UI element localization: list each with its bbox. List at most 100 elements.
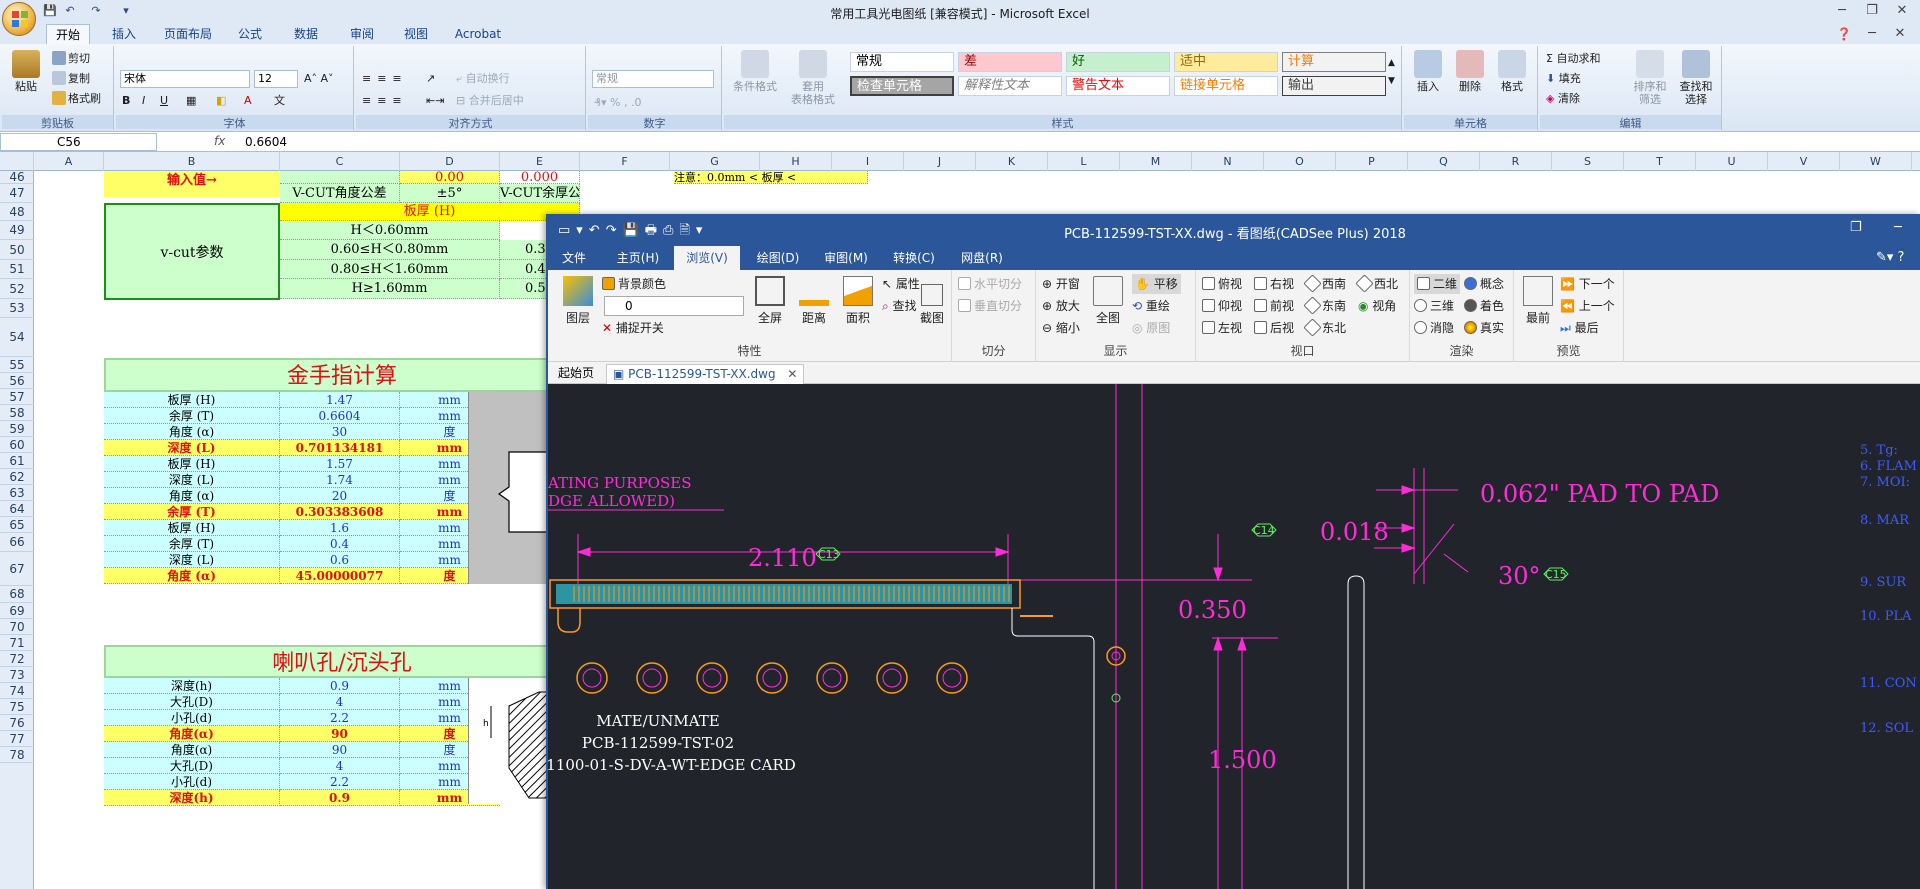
close-tab-icon[interactable]: ✕ — [787, 367, 797, 381]
row-header[interactable]: 46 — [0, 171, 34, 184]
font-name-select[interactable]: 宋体 — [120, 70, 250, 88]
column-header[interactable]: O — [1264, 152, 1336, 171]
open-window-button[interactable]: ⊕ 开窗 — [1042, 274, 1080, 294]
find-select-button[interactable]: 查找和 选择 — [1674, 50, 1718, 106]
italic-icon[interactable]: I — [142, 92, 145, 110]
row-header[interactable]: 72 — [0, 651, 34, 667]
styles-scroll-icon[interactable]: ▲ ▼ — [1388, 54, 1395, 86]
view-back-button[interactable]: 后视 — [1254, 318, 1294, 338]
row-header[interactable]: 77 — [0, 731, 34, 747]
screenshot-button[interactable]: 截图 — [914, 276, 950, 326]
row-header[interactable]: 47 — [0, 184, 34, 203]
snap-toggle-button[interactable]: ✕ 捕捉开关 — [602, 318, 664, 338]
cut-button[interactable]: 剪切 — [52, 50, 90, 68]
render-3d-button[interactable]: 三维 — [1414, 296, 1454, 316]
render-hide-button[interactable]: 消隐 — [1414, 318, 1454, 338]
row-header[interactable]: 73 — [0, 667, 34, 683]
style-bad[interactable]: 差 — [958, 52, 1062, 72]
copy-button[interactable]: 复制 — [52, 70, 90, 88]
row-value[interactable]: 1.57 — [280, 456, 400, 472]
render-real-button[interactable]: 真实 — [1464, 318, 1504, 338]
row-header[interactable]: 55 — [0, 357, 34, 373]
view-right-button[interactable]: 右视 — [1254, 274, 1294, 294]
column-header[interactable]: K — [976, 152, 1048, 171]
cell-g46-note[interactable]: 注意：0.0mm < 板厚 < — [674, 171, 868, 184]
zoom-out-button[interactable]: ⊖ 缩小 — [1042, 318, 1080, 338]
row-header[interactable]: 65 — [0, 517, 34, 533]
row-header[interactable]: 54 — [0, 318, 34, 357]
row-header[interactable]: 58 — [0, 405, 34, 421]
table-format-button[interactable]: 套用 表格格式 — [786, 50, 840, 106]
fill-color-icon[interactable]: ◧ — [216, 92, 226, 110]
column-header[interactable]: T — [1624, 152, 1696, 171]
ribbon-minimize-icon[interactable]: ─ — [1858, 25, 1886, 43]
column-header[interactable]: P — [1336, 152, 1408, 171]
view-sw-button[interactable]: 西南 — [1303, 274, 1346, 294]
view-angle-button[interactable]: ◉ 视角 — [1358, 296, 1396, 316]
layer-select[interactable]: 0 — [604, 296, 744, 316]
row-header[interactable]: 63 — [0, 485, 34, 501]
column-header[interactable]: Q — [1408, 152, 1480, 171]
cad-tab-file[interactable]: 文件 — [556, 246, 592, 270]
help-icon[interactable]: ❓ — [1830, 25, 1858, 43]
style-calculation[interactable]: 计算 — [1282, 52, 1386, 72]
pan-button[interactable]: ✋ 平移 — [1132, 274, 1181, 294]
font-grow-icon[interactable]: A˄ A˅ — [304, 70, 334, 88]
save-icon[interactable]: 💾 — [42, 3, 58, 19]
merge-center-button[interactable]: ⊟ 合并后居中 — [456, 92, 524, 110]
border-icon[interactable]: ▦ — [186, 92, 196, 110]
orientation-icon[interactable]: ↗ — [426, 70, 435, 88]
row-header[interactable]: 62 — [0, 469, 34, 485]
bold-icon[interactable]: B — [122, 92, 130, 110]
row-value[interactable]: 0.6 — [280, 552, 400, 568]
style-output[interactable]: 输出 — [1282, 76, 1386, 96]
view-top-button[interactable]: 俯视 — [1202, 274, 1242, 294]
row-header[interactable]: 52 — [0, 279, 34, 299]
column-header[interactable]: J — [904, 152, 976, 171]
cad-tab-browse[interactable]: 浏览(V) — [674, 246, 740, 270]
cad-tab-home[interactable]: 主页(H) — [610, 246, 666, 270]
office-button[interactable] — [2, 2, 36, 36]
row-header[interactable]: 61 — [0, 453, 34, 469]
tab-page-layout[interactable]: 页面布局 — [158, 24, 218, 44]
cell-e46[interactable]: 0.000 — [500, 171, 580, 184]
row-value[interactable]: 30 — [280, 424, 400, 440]
qat-dropdown-icon[interactable]: ▾ — [118, 3, 134, 19]
formula-input[interactable]: 0.6604 — [245, 135, 287, 149]
redo-icon[interactable]: ↷ — [88, 3, 104, 19]
column-header[interactable]: W — [1840, 152, 1912, 171]
format-painter-button[interactable]: 格式刷 — [52, 90, 101, 108]
insert-cells-button[interactable]: 插入 — [1410, 50, 1446, 93]
delete-cells-button[interactable]: 删除 — [1452, 50, 1488, 93]
tab-data[interactable]: 数据 — [286, 24, 326, 44]
row-value[interactable]: 0.9 — [280, 790, 400, 806]
view-left-button[interactable]: 左视 — [1202, 318, 1242, 338]
tab-acrobat[interactable]: Acrobat — [450, 24, 506, 44]
latest-button[interactable]: 最前 — [1520, 276, 1556, 326]
paste-button[interactable]: 粘贴 — [8, 50, 44, 93]
row-header[interactable]: 68 — [0, 586, 34, 603]
fill-button[interactable]: ⬇ 填充 — [1546, 70, 1581, 88]
cell-c48[interactable]: 板厚 (H) — [280, 203, 580, 221]
column-header[interactable]: H — [760, 152, 832, 171]
column-header[interactable]: E — [500, 152, 580, 171]
row-header[interactable]: 71 — [0, 635, 34, 651]
cell-c49[interactable]: H＜0.60mm — [280, 221, 500, 240]
row-header[interactable]: 69 — [0, 603, 34, 619]
row-header[interactable]: 67 — [0, 552, 34, 586]
tab-insert[interactable]: 插入 — [104, 24, 144, 44]
row-header[interactable]: 53 — [0, 299, 34, 318]
row-header[interactable]: 74 — [0, 683, 34, 699]
cad-restore-icon[interactable]: ❐ — [1850, 220, 1862, 235]
ribbon-close-icon[interactable]: ✕ — [1886, 25, 1914, 43]
row-header[interactable]: 51 — [0, 260, 34, 279]
row-value[interactable]: 4 — [280, 694, 400, 710]
original-view-button[interactable]: ◎ 原图 — [1132, 318, 1170, 338]
column-header[interactable]: C — [280, 152, 400, 171]
cell-d47[interactable]: ±5° — [400, 184, 500, 203]
clear-button[interactable]: ◈ 清除 — [1546, 90, 1580, 108]
column-header[interactable]: M — [1120, 152, 1192, 171]
render-2d-button[interactable]: 二维 — [1414, 274, 1461, 294]
row-header[interactable]: 75 — [0, 699, 34, 715]
cell-c50[interactable]: 0.60≤H＜0.80mm — [280, 240, 500, 260]
